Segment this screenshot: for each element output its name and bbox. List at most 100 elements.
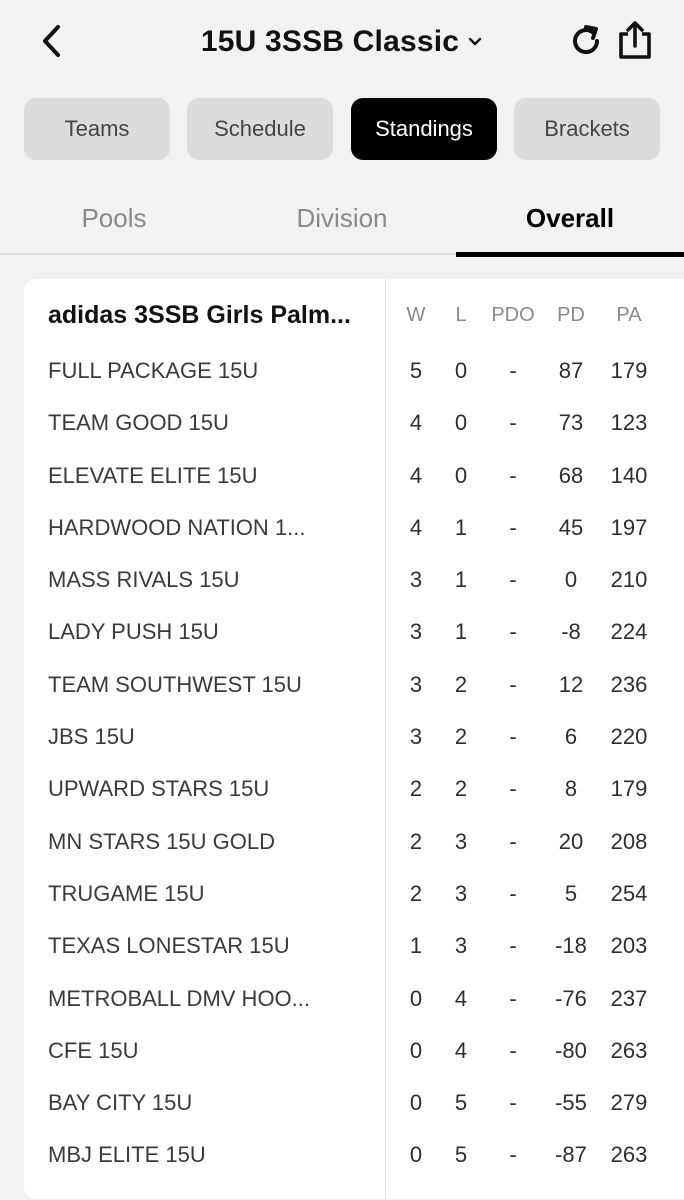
team-name[interactable]: MBJ ELITE 15U (48, 1129, 378, 1181)
table-row[interactable]: HARDWOOD NATION 1... 4 1-45 197 (24, 502, 684, 554)
team-name[interactable]: HARDWOOD NATION 1... (48, 502, 378, 554)
subtab-active-indicator (456, 252, 684, 257)
table-row[interactable]: JBS 15U 3 2-6 220 (24, 711, 684, 763)
subtab-division[interactable]: Division (228, 182, 456, 254)
losses-cell: 0 (454, 410, 468, 436)
team-name[interactable]: TEAM SOUTHWEST 15U (48, 659, 378, 711)
team-name[interactable]: MN STARS 15U GOLD (48, 816, 378, 868)
pdo-cell: - (509, 776, 517, 802)
refresh-icon (573, 25, 600, 54)
pdo-cell: - (509, 985, 517, 1011)
subtab-overall[interactable]: Overall (456, 182, 684, 254)
point-diff-cell: 8 (564, 776, 578, 802)
losses-cell: 3 (454, 828, 468, 854)
pdo-cell: - (509, 1037, 517, 1063)
pdo-cell: - (509, 828, 517, 854)
page-title: 15U 3SSB Classic (200, 25, 460, 58)
pdo-cell: - (509, 567, 517, 593)
pdo-cell: - (509, 410, 517, 436)
table-row[interactable]: TEAM GOOD 15U 4 0-73 123 (24, 397, 684, 449)
tab-standings[interactable]: Standings (351, 98, 497, 160)
team-name[interactable]: TRUGAME 15U (48, 868, 378, 920)
losses-cell: 5 (454, 1090, 468, 1116)
team-name[interactable]: CFE 15U (48, 1025, 378, 1077)
table-row[interactable]: UPWARD STARS 15U 2 2-8 179 (24, 763, 684, 815)
points-against-cell: 236 (610, 671, 648, 697)
losses-cell: 1 (454, 514, 468, 540)
pdo-cell: - (509, 1090, 517, 1116)
table-row[interactable]: MASS RIVALS 15U 3 1-0 210 (24, 554, 684, 606)
subtab-pools[interactable]: Pools (0, 182, 228, 254)
points-against-cell: 263 (610, 1037, 648, 1063)
points-against-cell: 237 (610, 985, 648, 1011)
pool-title: adidas 3SSB Girls Palm... (48, 301, 351, 329)
table-row[interactable]: MN STARS 15U GOLD 2 3-20 208 (24, 816, 684, 868)
tournament-selector[interactable]: 15U 3SSB Classic (201, 25, 483, 59)
team-name[interactable]: UPWARD STARS 15U (48, 763, 378, 815)
tab-schedule[interactable]: Schedule (187, 98, 333, 160)
team-name[interactable]: LADY PUSH 15U (48, 606, 378, 658)
share-icon (619, 21, 651, 59)
table-row[interactable]: LADY PUSH 15U 3 1- -8 224 (24, 606, 684, 658)
team-name[interactable]: BAY CITY 15U (48, 1077, 378, 1129)
team-name[interactable]: TEAM GOOD 15U (48, 397, 378, 449)
chevron-down-icon (468, 37, 482, 46)
point-diff-cell: 6 (564, 724, 578, 750)
table-row[interactable]: TEAM SOUTHWEST 15U 3 2-12 236 (24, 659, 684, 711)
points-against-cell: 179 (610, 776, 648, 802)
point-diff-cell: -87 (555, 1142, 587, 1168)
team-name[interactable]: FULL PACKAGE 15U (48, 345, 378, 397)
losses-cell: 0 (454, 462, 468, 488)
column-header-l: L (455, 304, 467, 326)
table-row[interactable]: FULL PACKAGE 15U 5 0-87 179 (24, 345, 684, 397)
team-name[interactable]: JBS 15U (48, 711, 378, 763)
standings-table[interactable]: adidas 3SSB Girls Palm... W L PDO PD PA … (24, 279, 684, 1199)
points-against-cell: 203 (610, 933, 648, 959)
table-row[interactable]: CFE 15U 0 4- -80 263 (24, 1025, 684, 1077)
team-name[interactable]: ELEVATE ELITE 15U (48, 450, 378, 502)
table-row[interactable]: ELEVATE ELITE 15U 4 0-68 140 (24, 450, 684, 502)
losses-cell: 3 (454, 880, 468, 906)
tab-teams[interactable]: Teams (24, 98, 170, 160)
losses-cell: 0 (454, 358, 468, 383)
losses-cell: 2 (454, 724, 468, 750)
main-tabs: Teams Schedule Standings Brackets (24, 98, 660, 160)
table-row[interactable]: METROBALL DMV HOO... 0 4- -76 237 (24, 973, 684, 1025)
point-diff-cell: 73 (558, 410, 584, 436)
point-diff-cell: 0 (564, 567, 578, 593)
standings-subtabs: Pools Division Overall (0, 182, 684, 258)
standings-rows: FULL PACKAGE 15U 5 0-87 179 TEAM GOOD 15U 4 0-… (24, 345, 684, 1182)
team-name[interactable]: MASS RIVALS 15U (48, 554, 378, 606)
team-name[interactable]: TEXAS LONESTAR 15U (48, 920, 378, 972)
pdo-cell: - (509, 1142, 517, 1168)
point-diff-cell: 5 (564, 880, 578, 906)
point-diff-cell: -76 (555, 985, 587, 1011)
losses-cell: 2 (454, 776, 468, 802)
pdo-cell: - (509, 514, 517, 540)
points-against-cell: 179 (610, 358, 648, 383)
point-diff-cell: -18 (555, 933, 587, 959)
back-button[interactable] (34, 22, 68, 60)
point-diff-cell: -80 (555, 1037, 587, 1063)
column-header-pa: PA (616, 304, 642, 326)
points-against-cell: 254 (610, 880, 648, 906)
point-diff-cell: 87 (558, 358, 584, 383)
table-row[interactable]: TRUGAME 15U 2 3-5 254 (24, 868, 684, 920)
column-header-pdo: PDO (491, 304, 535, 326)
pdo-cell: - (509, 671, 517, 697)
table-row[interactable]: BAY CITY 15U 0 5- -55 279 (24, 1077, 684, 1129)
table-row[interactable]: TEXAS LONESTAR 15U 1 3- -18 203 (24, 920, 684, 972)
points-against-cell: 140 (610, 462, 648, 488)
losses-cell: 3 (454, 933, 468, 959)
point-diff-cell: -8 (561, 619, 581, 645)
tab-brackets[interactable]: Brackets (514, 98, 660, 160)
pdo-cell: - (509, 619, 517, 645)
losses-cell: 2 (454, 671, 468, 697)
table-row[interactable]: MBJ ELITE 15U 0 5- -87 263 (24, 1129, 684, 1181)
refresh-button[interactable] (566, 21, 606, 61)
share-button[interactable] (614, 19, 656, 61)
app-header: 15U 3SSB Classic (0, 0, 684, 84)
point-diff-cell: 20 (558, 828, 584, 854)
team-name[interactable]: METROBALL DMV HOO... (48, 973, 378, 1025)
losses-cell: 1 (454, 567, 468, 593)
